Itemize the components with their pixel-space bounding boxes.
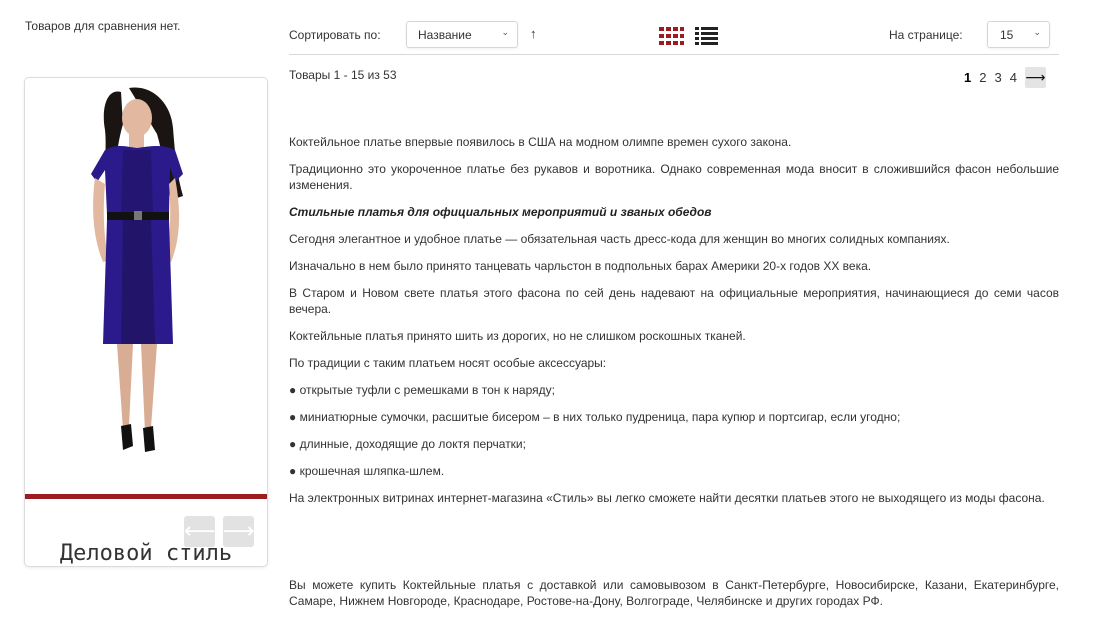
page-link-2[interactable]: 2 bbox=[979, 70, 986, 85]
next-page-button[interactable]: ⟶ bbox=[1024, 66, 1046, 88]
article-paragraph: Изначально в нем было принято танцевать … bbox=[289, 259, 872, 273]
article-paragraph: В Старом и Новом свете платья этого фасо… bbox=[289, 286, 1059, 316]
perpage-label: На странице: bbox=[889, 28, 963, 42]
sort-select[interactable]: Название ⌄ bbox=[406, 21, 518, 48]
banner-prev-button[interactable]: ⟵ bbox=[184, 516, 216, 547]
list-view-icon[interactable] bbox=[695, 27, 718, 45]
delivery-paragraph: Вы можете купить Коктейльные платья с до… bbox=[289, 578, 1059, 608]
article-paragraph: На электронных витринах интернет-магазин… bbox=[289, 491, 1045, 505]
list-item: ● миниатюрные сумочки, расшитые бисером … bbox=[289, 410, 901, 424]
model-photo bbox=[25, 78, 267, 498]
article-paragraph: Традиционно это укороченное платье без р… bbox=[289, 162, 1059, 192]
page-link-3[interactable]: 3 bbox=[994, 70, 1001, 85]
perpage-select-value: 15 bbox=[1000, 28, 1014, 42]
sort-direction-button[interactable]: ↑ bbox=[530, 26, 537, 41]
page-link-1[interactable]: 1 bbox=[964, 70, 971, 85]
article-paragraph: По традиции с таким платьем носят особые… bbox=[289, 356, 607, 370]
sort-select-value: Название bbox=[418, 28, 472, 42]
article-paragraph: Коктейльное платье впервые появилось в С… bbox=[289, 135, 792, 149]
chevron-down-icon: ⌄ bbox=[1033, 27, 1041, 37]
promo-banner[interactable]: Деловой стиль ⟵ ⟶ bbox=[24, 77, 268, 567]
compare-note: Товаров для сравнения нет. bbox=[25, 19, 181, 33]
chevron-down-icon: ⌄ bbox=[501, 27, 509, 37]
article-paragraph: Коктейльные платья принято шить из дорог… bbox=[289, 329, 746, 343]
perpage-select[interactable]: 15 ⌄ bbox=[987, 21, 1050, 48]
list-item: ● открытые туфли с ремешками в тон к нар… bbox=[289, 383, 555, 397]
page-link-4[interactable]: 4 bbox=[1010, 70, 1017, 85]
banner-stripe bbox=[25, 494, 267, 499]
banner-next-button[interactable]: ⟶ bbox=[223, 516, 255, 547]
results-count: Товары 1 - 15 из 53 bbox=[289, 68, 397, 82]
list-item: ● крошечная шляпка-шлем. bbox=[289, 464, 445, 478]
grid-view-icon[interactable] bbox=[659, 27, 684, 45]
list-item: ● длинные, доходящие до локтя перчатки; bbox=[289, 437, 526, 451]
article-paragraph: Сегодня элегантное и удобное платье — об… bbox=[289, 232, 950, 246]
catalog-toolbar: Сортировать по: Название ⌄ ↑ На странице… bbox=[289, 17, 1059, 55]
pagination: 1 2 3 4 ⟶ bbox=[964, 66, 1046, 88]
article-heading: Стильные платья для официальных мероприя… bbox=[289, 205, 712, 219]
sort-label: Сортировать по: bbox=[289, 28, 381, 42]
